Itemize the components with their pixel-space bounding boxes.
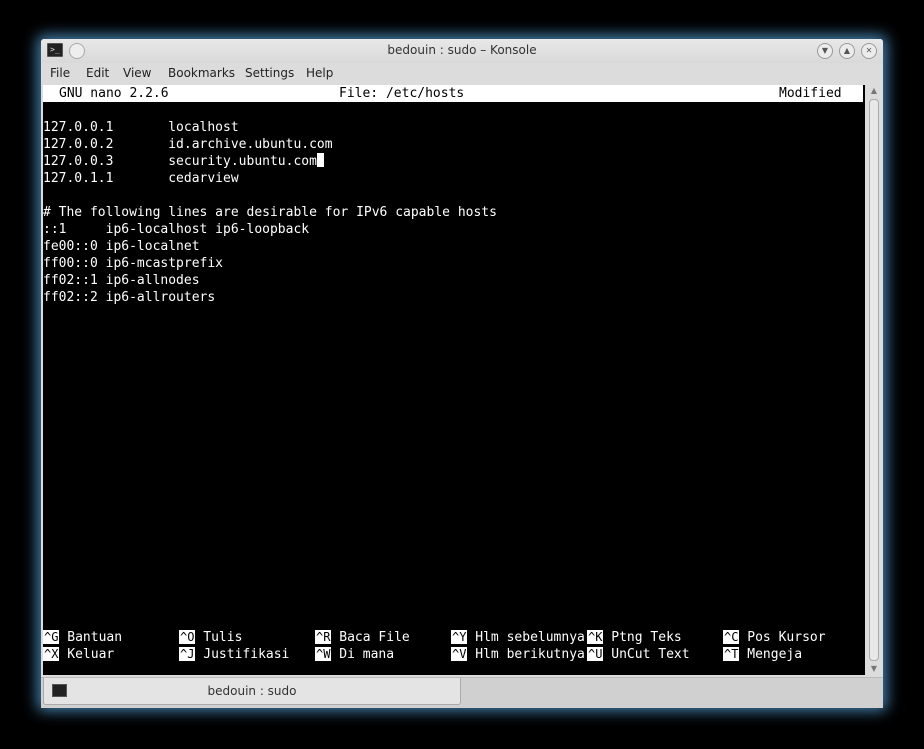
shortcut-key: ^W	[315, 647, 332, 661]
shortcut-key: ^J	[179, 647, 196, 661]
menu-view[interactable]: View	[123, 66, 151, 80]
shortcut-cut-text: ^K Ptng Teks	[587, 629, 682, 646]
shortcut-exit: ^X Keluar	[43, 646, 114, 663]
shortcut-label: Justifikasi	[203, 647, 290, 662]
shortcut-key: ^K	[587, 630, 604, 644]
file-line: 127.0.0.1 localhost	[43, 120, 239, 135]
shortcut-label: Ptng Teks	[611, 630, 682, 645]
vertical-scrollbar[interactable]: ▲ ▼	[867, 85, 881, 675]
shortcut-label: Pos Kursor	[747, 630, 826, 645]
shortcut-key: ^Y	[451, 630, 468, 644]
shortcut-label: Baca File	[339, 630, 410, 645]
shortcut-key: ^O	[179, 630, 196, 644]
scrollbar-thumb[interactable]	[869, 99, 879, 661]
menu-file[interactable]: File	[50, 66, 70, 80]
shortcut-read-file: ^R Baca File	[315, 629, 410, 646]
shortcut-prev-page: ^Y Hlm sebelumnya	[451, 629, 585, 646]
nano-header: GNU nano 2.2.6 File: /etc/hosts Modified	[43, 85, 863, 102]
maximize-button[interactable]: ▲	[839, 43, 855, 59]
scroll-down-icon[interactable]: ▼	[867, 663, 881, 675]
shortcut-key: ^T	[723, 647, 740, 661]
file-line: ff00::0 ip6-mcastprefix	[43, 256, 224, 271]
shortcut-label: Tulis	[203, 630, 243, 645]
minimize-button[interactable]: ▼	[817, 43, 833, 59]
tab-bar: bedouin : sudo	[41, 677, 883, 708]
chevron-up-icon: ▲	[843, 46, 851, 55]
file-line: ff02::2 ip6-allrouters	[43, 290, 216, 305]
shortcut-next-page: ^V Hlm berikutnya	[451, 646, 585, 663]
window-title: bedouin : sudo – Konsole	[387, 43, 537, 57]
file-line: # The following lines are desirable for …	[43, 205, 497, 220]
menu-bookmarks[interactable]: Bookmarks	[168, 66, 235, 80]
menu-settings[interactable]: Settings	[245, 66, 294, 80]
menu-help[interactable]: Help	[306, 66, 333, 80]
shortcut-key: ^C	[723, 630, 740, 644]
shortcut-label: Mengeja	[747, 647, 803, 662]
file-line: 127.0.0.2 id.archive.ubuntu.com	[43, 137, 333, 152]
menu-edit[interactable]: Edit	[86, 66, 109, 80]
shortcut-cursor-pos: ^C Pos Kursor	[723, 629, 826, 646]
terminal-area[interactable]: GNU nano 2.2.6 File: /etc/hosts Modified…	[43, 85, 865, 675]
file-line: ff02::1 ip6-allnodes	[43, 273, 200, 288]
shortcut-key: ^V	[451, 647, 468, 661]
chevron-down-icon: ▼	[821, 46, 829, 55]
close-button[interactable]: ✕	[861, 43, 877, 59]
shortcut-key: ^R	[315, 630, 332, 644]
shortcut-label: Hlm sebelumnya	[475, 630, 585, 645]
konsole-window: >_ bedouin : sudo – Konsole ▼ ▲ ✕ File E…	[41, 39, 883, 708]
nano-version: GNU nano 2.2.6	[59, 86, 169, 101]
scroll-up-icon[interactable]: ▲	[867, 85, 881, 97]
nano-filename: File: /etc/hosts	[339, 86, 465, 101]
shortcut-key: ^G	[43, 630, 60, 644]
shortcut-label: Hlm berikutnya	[475, 647, 585, 662]
tab-label: bedouin : sudo	[207, 684, 297, 698]
shortcut-justify: ^J Justifikasi	[179, 646, 289, 663]
file-line-with-cursor: 127.0.0.3 security.ubuntu.com	[43, 153, 324, 170]
shortcut-label: UnCut Text	[611, 647, 690, 662]
text-cursor	[316, 153, 324, 167]
shortcut-key: ^U	[587, 647, 604, 661]
file-line: 127.0.1.1 cedarview	[43, 171, 239, 186]
nano-modified-status: Modified	[779, 86, 842, 101]
shortcut-key: ^X	[43, 647, 60, 661]
close-icon: ✕	[865, 46, 873, 55]
shortcut-write: ^O Tulis	[179, 629, 242, 646]
shortcut-help: ^G Bantuan	[43, 629, 122, 646]
file-line: ::1 ip6-localhost ip6-loopback	[43, 222, 310, 237]
shortcut-uncut-text: ^U UnCut Text	[587, 646, 690, 663]
file-line-text: 127.0.0.3 security.ubuntu.com	[43, 154, 317, 169]
tab-session[interactable]: bedouin : sudo	[43, 678, 461, 705]
shortcut-spell: ^T Mengeja	[723, 646, 802, 663]
shortcut-label: Keluar	[67, 647, 115, 662]
menu-bar: File Edit View Bookmarks Settings Help	[41, 63, 883, 83]
shortcut-where-is: ^W Di mana	[315, 646, 394, 663]
title-bar[interactable]: >_ bedouin : sudo – Konsole ▼ ▲ ✕	[41, 39, 883, 63]
file-line: fe00::0 ip6-localnet	[43, 239, 200, 254]
shortcut-label: Di mana	[339, 647, 395, 662]
shortcut-label: Bantuan	[67, 630, 123, 645]
